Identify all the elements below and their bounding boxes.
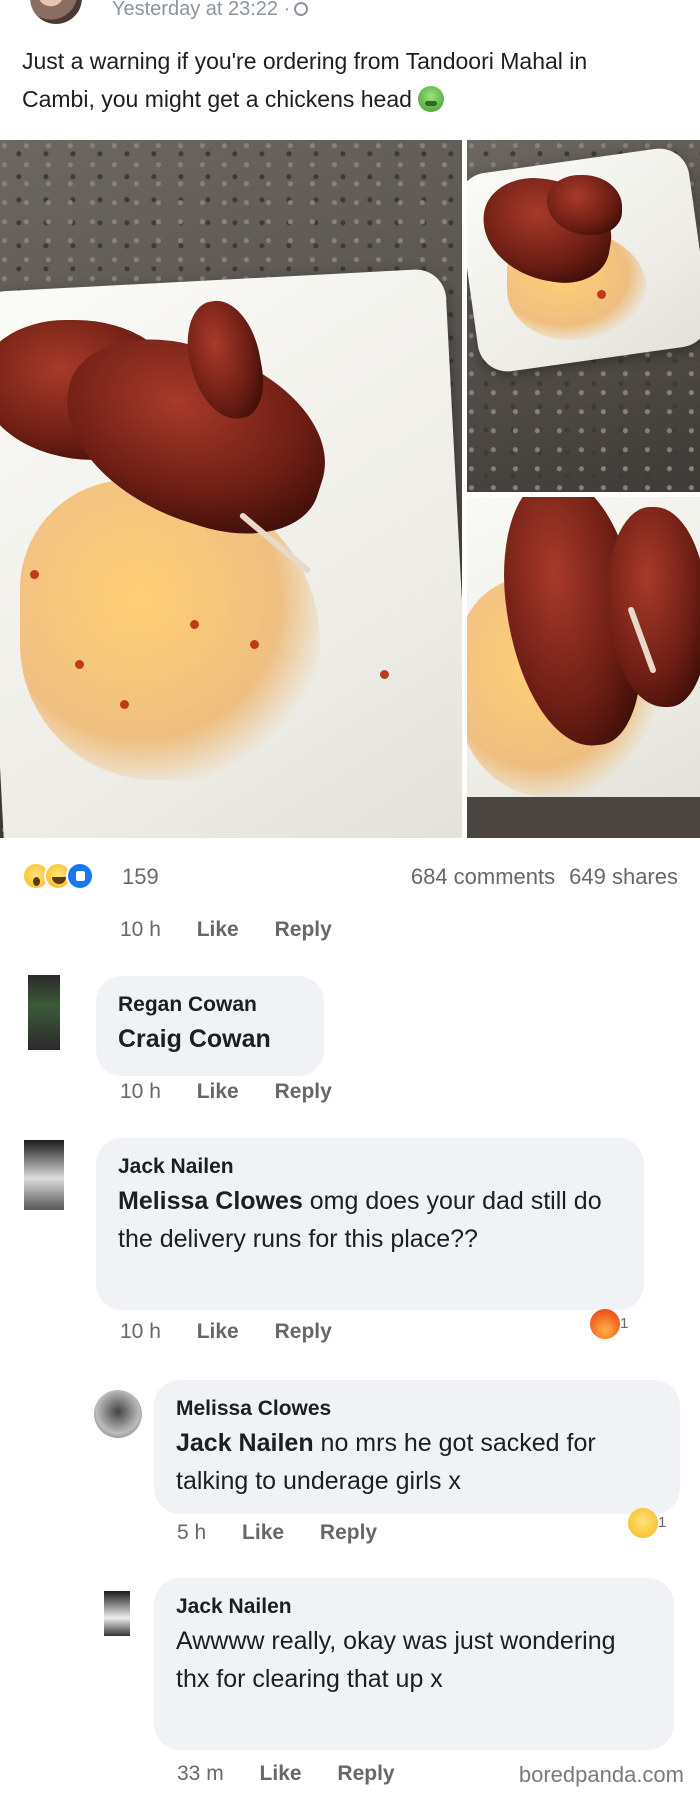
like-button[interactable]: Like bbox=[260, 1762, 302, 1785]
comment-author[interactable]: Jack Nailen bbox=[176, 1592, 652, 1622]
crumb bbox=[597, 290, 606, 299]
crumb bbox=[380, 670, 389, 679]
poster-avatar[interactable] bbox=[30, 0, 82, 24]
like-icon bbox=[66, 862, 94, 890]
nauseated-face-emoji-icon bbox=[417, 86, 444, 112]
comment-reaction[interactable]: 1 bbox=[628, 1508, 666, 1538]
comment-time[interactable]: 5 h bbox=[177, 1521, 206, 1544]
comment-bubble: Jack Nailen Melissa Clowes omg does your… bbox=[96, 1138, 644, 1310]
comment-time[interactable]: 10 h bbox=[120, 1080, 161, 1103]
post-text: Just a warning if you're ordering from T… bbox=[22, 42, 662, 118]
shares-count-link[interactable]: 649 shares bbox=[569, 864, 678, 889]
reply-button[interactable]: Reply bbox=[275, 1320, 332, 1343]
reply-button[interactable]: Reply bbox=[320, 1521, 377, 1544]
comment-reaction-count: 1 bbox=[620, 1314, 629, 1332]
crumb bbox=[75, 660, 84, 669]
comment-avatar[interactable] bbox=[104, 1591, 130, 1636]
angry-icon bbox=[590, 1309, 620, 1339]
post-photo-bottom-right[interactable] bbox=[467, 497, 700, 838]
comment-body: Craig Cowan bbox=[118, 1020, 302, 1058]
comment-bubble: Regan Cowan Craig Cowan bbox=[96, 976, 324, 1076]
comment-actions: 33 m Like Reply bbox=[177, 1762, 425, 1786]
post-photo-top-right[interactable] bbox=[467, 140, 700, 492]
comment-actions: 10 h Like Reply bbox=[120, 918, 362, 942]
comment-bubble: Melissa Clowes Jack Nailen no mrs he got… bbox=[154, 1380, 680, 1514]
like-button[interactable]: Like bbox=[197, 1320, 239, 1343]
like-button[interactable]: Like bbox=[242, 1521, 284, 1544]
comments-count-link[interactable]: 684 comments bbox=[411, 864, 555, 889]
comment-reaction-count: 1 bbox=[658, 1513, 667, 1531]
comment-body: Awwww really, okay was just wondering th… bbox=[176, 1622, 652, 1698]
comment-mention[interactable]: Craig Cowan bbox=[118, 1025, 271, 1053]
comment-author[interactable]: Jack Nailen bbox=[118, 1152, 622, 1182]
comment-avatar[interactable] bbox=[94, 1390, 142, 1438]
comment-author[interactable]: Melissa Clowes bbox=[176, 1394, 658, 1424]
crumb bbox=[30, 570, 39, 579]
watermark: boredpanda.com bbox=[518, 1762, 684, 1787]
like-button[interactable]: Like bbox=[197, 1080, 239, 1103]
wow-icon bbox=[628, 1508, 658, 1538]
comment-actions: 5 h Like Reply bbox=[177, 1521, 407, 1545]
reaction-count: 159 bbox=[122, 864, 159, 889]
like-button[interactable]: Like bbox=[197, 918, 239, 941]
comment-time[interactable]: 10 h bbox=[120, 918, 161, 941]
comment-author[interactable]: Regan Cowan bbox=[118, 990, 302, 1020]
crumb bbox=[120, 700, 129, 709]
post-header: Yesterday at 23:22 · bbox=[0, 0, 700, 30]
post-timestamp[interactable]: Yesterday at 23:22 · bbox=[112, 0, 309, 20]
comment-mention[interactable]: Jack Nailen bbox=[176, 1429, 314, 1457]
timestamp-text: Yesterday at 23:22 · bbox=[112, 0, 291, 20]
comment-time[interactable]: 10 h bbox=[120, 1320, 161, 1343]
comment-actions: 10 h Like Reply bbox=[120, 1080, 362, 1104]
comment-bubble: Jack Nailen Awwww really, okay was just … bbox=[154, 1578, 674, 1750]
crumb bbox=[250, 640, 259, 649]
reply-button[interactable]: Reply bbox=[275, 1080, 332, 1103]
post-photo-main[interactable] bbox=[0, 140, 462, 838]
globe-icon bbox=[294, 2, 309, 16]
comment-time[interactable]: 33 m bbox=[177, 1762, 224, 1785]
comment-text: Awwww really, okay was just wondering th… bbox=[176, 1627, 616, 1693]
comment-actions: 10 h Like Reply bbox=[120, 1320, 362, 1344]
comment-body: Melissa Clowes omg does your dad still d… bbox=[118, 1182, 622, 1258]
comment-avatar[interactable] bbox=[28, 975, 60, 1050]
post-text-content: Just a warning if you're ordering from T… bbox=[22, 48, 588, 112]
comment-avatar[interactable] bbox=[24, 1140, 64, 1210]
comment-reaction[interactable]: 1 bbox=[590, 1309, 628, 1339]
reply-button[interactable]: Reply bbox=[275, 918, 332, 941]
crumb bbox=[190, 620, 199, 629]
comment-body: Jack Nailen no mrs he got sacked for tal… bbox=[176, 1424, 658, 1500]
comment-mention[interactable]: Melissa Clowes bbox=[118, 1187, 303, 1215]
post-stats: 684 comments 649 shares bbox=[411, 864, 678, 890]
reply-button[interactable]: Reply bbox=[337, 1762, 394, 1785]
countertop bbox=[467, 797, 700, 838]
